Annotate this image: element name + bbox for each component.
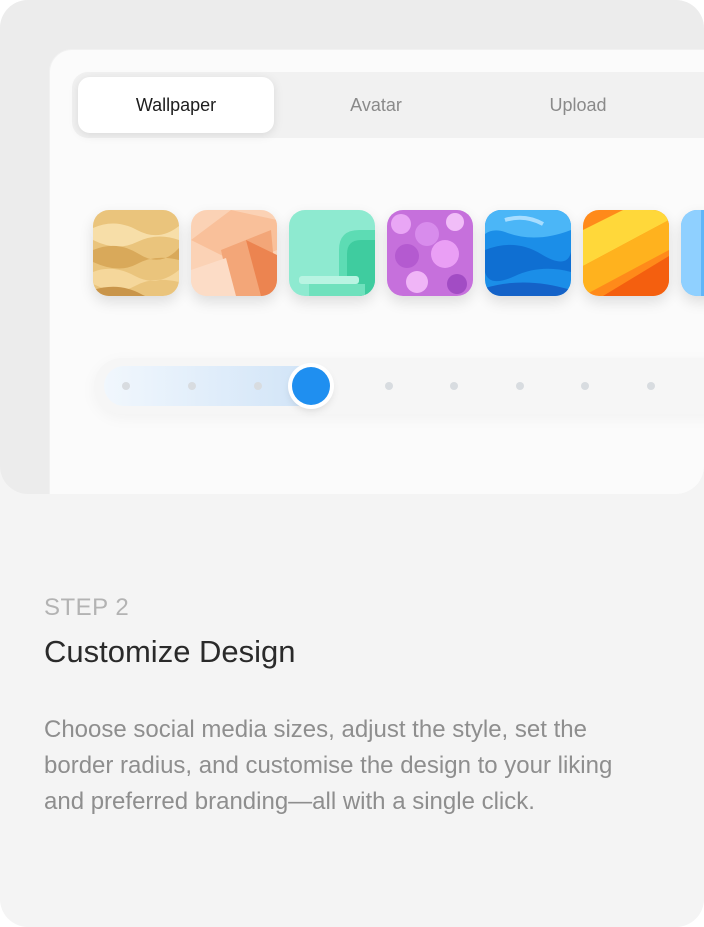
customize-panel: Wallpaper Avatar Upload xyxy=(50,50,704,494)
step-label: STEP 2 xyxy=(44,594,130,621)
slider-fill xyxy=(104,366,321,406)
wallpaper-blue-liquid[interactable] xyxy=(485,210,571,296)
slider-step-dot xyxy=(188,382,196,390)
slider-step-dot xyxy=(647,382,655,390)
wallpaper-golden-sand[interactable] xyxy=(93,210,179,296)
wallpaper-sky-blue[interactable] xyxy=(681,210,704,296)
step-title: Customize Design xyxy=(44,634,296,669)
border-radius-slider[interactable] xyxy=(94,358,704,414)
slider-step-dot xyxy=(581,382,589,390)
slider-step-dot xyxy=(516,382,524,390)
tab-upload[interactable]: Upload xyxy=(480,77,676,133)
slider-step-dot xyxy=(450,382,458,390)
step-description: Choose social media sizes, adjust the st… xyxy=(44,716,613,815)
tab-avatar[interactable]: Avatar xyxy=(278,77,474,133)
slider-step-dot xyxy=(122,382,130,390)
tab-wallpaper[interactable]: Wallpaper xyxy=(78,77,274,133)
wallpaper-mint-arches[interactable] xyxy=(289,210,375,296)
preview-area: Wallpaper Avatar Upload xyxy=(0,0,704,494)
wallpaper-purple-bokeh[interactable] xyxy=(387,210,473,296)
wallpaper-orange-yellow-wave[interactable] xyxy=(583,210,669,296)
feature-card: Wallpaper Avatar Upload STEP 2 Customize… xyxy=(0,0,704,927)
slider-step-dot xyxy=(254,382,262,390)
wallpaper-peach-shapes[interactable] xyxy=(191,210,277,296)
tab-bar: Wallpaper Avatar Upload xyxy=(72,72,704,138)
slider-handle[interactable] xyxy=(291,367,330,405)
slider-step-dot xyxy=(385,382,393,390)
